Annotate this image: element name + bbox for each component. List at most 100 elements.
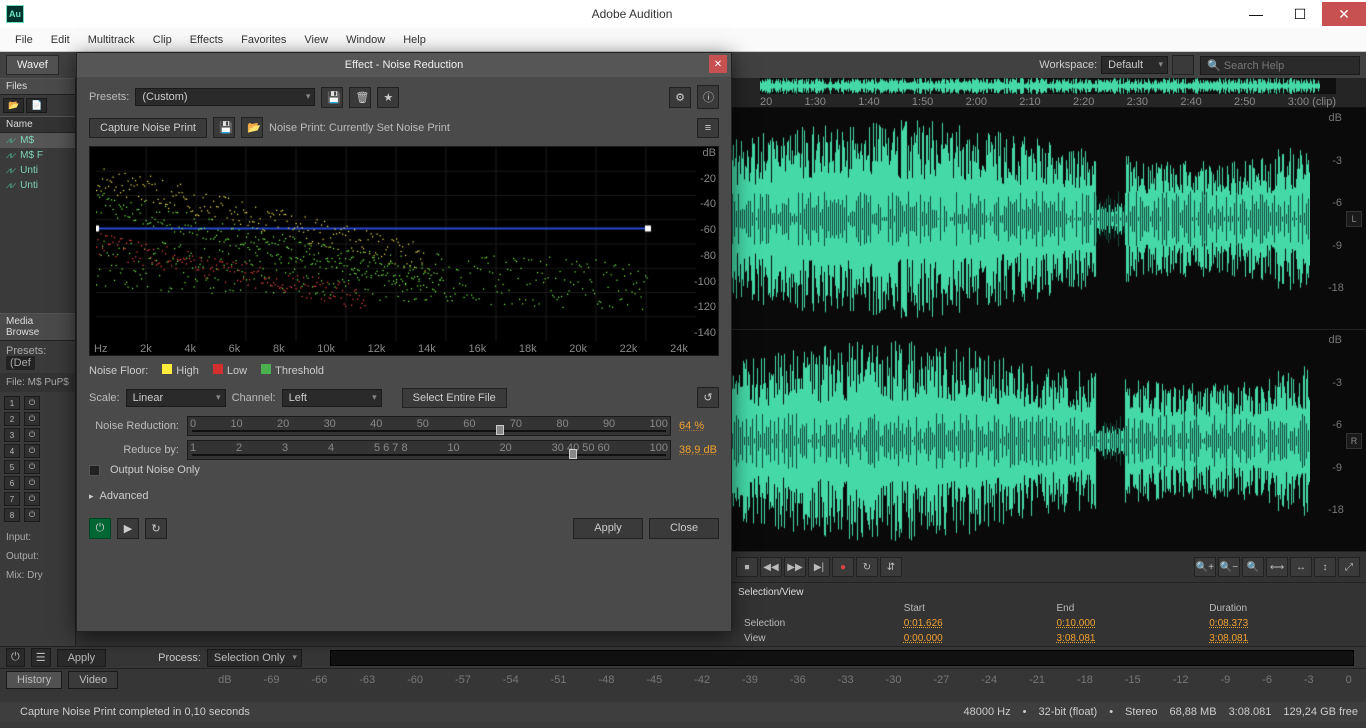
dialog-apply-button[interactable]: Apply bbox=[573, 518, 643, 539]
track-number[interactable]: 8 bbox=[4, 508, 20, 522]
save-noise-print-icon[interactable]: 💾 bbox=[213, 117, 235, 138]
preset-save-icon[interactable]: 💾 bbox=[321, 87, 343, 108]
scale-dropdown[interactable]: Linear bbox=[126, 389, 226, 407]
status-disk: 129,24 GB free bbox=[1283, 706, 1358, 718]
select-entire-file-button[interactable]: Select Entire File bbox=[402, 388, 507, 408]
transport-button-3[interactable]: ▶| bbox=[808, 557, 830, 577]
track-power-icon[interactable]: ⏻ bbox=[24, 412, 40, 426]
transport-button-2[interactable]: ▶▶ bbox=[784, 557, 806, 577]
selection-duration[interactable]: 0:08.373 bbox=[1205, 617, 1356, 630]
track-power-icon[interactable]: ⏻ bbox=[24, 508, 40, 522]
track-number[interactable]: 2 bbox=[4, 412, 20, 426]
zoom-button-6[interactable]: ⤢ bbox=[1338, 557, 1360, 577]
menu-clip[interactable]: Clip bbox=[144, 34, 181, 46]
track-number[interactable]: 3 bbox=[4, 428, 20, 442]
selection-start[interactable]: 0:01.626 bbox=[900, 617, 1051, 630]
zoom-button-2[interactable]: 🔍 bbox=[1242, 557, 1264, 577]
file-label: File: M$ PuP$ bbox=[0, 373, 75, 392]
list-button[interactable]: ☰ bbox=[31, 648, 51, 667]
menu-edit[interactable]: Edit bbox=[42, 34, 79, 46]
track-power-icon[interactable]: ⏻ bbox=[24, 476, 40, 490]
effect-play-button[interactable]: ▶ bbox=[117, 518, 139, 539]
preset-favorite-icon[interactable]: ★ bbox=[377, 87, 399, 108]
menu-favorites[interactable]: Favorites bbox=[232, 34, 295, 46]
menu-effects[interactable]: Effects bbox=[181, 34, 232, 46]
zoom-button-1[interactable]: 🔍− bbox=[1218, 557, 1240, 577]
effect-loop-button[interactable]: ↻ bbox=[145, 518, 167, 539]
file-item[interactable]: ⩘⩗ M$ bbox=[0, 133, 75, 148]
output-noise-only-checkbox[interactable] bbox=[89, 465, 100, 476]
spectrum-graph[interactable]: dB-20-40-60-80-100-120-140 Hz2k4k6k8k10k… bbox=[89, 146, 719, 356]
effect-power-button[interactable]: ⏻ bbox=[89, 518, 111, 539]
status-bitdepth: 32-bit (float) bbox=[1038, 706, 1097, 718]
track-number[interactable]: 7 bbox=[4, 492, 20, 506]
reduce-by-slider[interactable]: 12345 6 7 8102030 40 50 60100 bbox=[187, 440, 671, 460]
menu-view[interactable]: View bbox=[295, 34, 337, 46]
file-open-icon[interactable]: 📂 bbox=[3, 98, 24, 113]
track-number[interactable]: 1 bbox=[4, 396, 20, 410]
track-power-icon[interactable]: ⏻ bbox=[24, 460, 40, 474]
menu-file[interactable]: File bbox=[6, 34, 42, 46]
preset-settings-icon[interactable]: ⚙ bbox=[669, 87, 691, 108]
workspace-options-button[interactable] bbox=[1172, 55, 1194, 75]
reduce-by-value[interactable]: 38,9 dB bbox=[679, 444, 719, 456]
timeline[interactable]: 201:301:401:502:002:102:202:302:402:503:… bbox=[730, 78, 1366, 108]
track-number[interactable]: 4 bbox=[4, 444, 20, 458]
transport-button-6[interactable]: ⇵ bbox=[880, 557, 902, 577]
track-number[interactable]: 5 bbox=[4, 460, 20, 474]
close-window-button[interactable]: ✕ bbox=[1322, 2, 1366, 26]
maximize-button[interactable]: ☐ bbox=[1278, 2, 1322, 26]
view-end[interactable]: 3:08.081 bbox=[1053, 632, 1204, 645]
power-button[interactable]: ⏻ bbox=[6, 648, 25, 667]
preset-delete-icon[interactable]: 🗑 bbox=[349, 87, 371, 108]
selection-end[interactable]: 0:10.000 bbox=[1053, 617, 1204, 630]
transport-button-4[interactable]: ● bbox=[832, 557, 854, 577]
workspace-dropdown[interactable]: Default bbox=[1101, 56, 1168, 74]
track-power-icon[interactable]: ⏻ bbox=[24, 396, 40, 410]
channel-left-label: L bbox=[1346, 211, 1362, 227]
load-noise-print-icon[interactable]: 📂 bbox=[241, 117, 263, 138]
advanced-section[interactable]: Advanced bbox=[89, 484, 719, 514]
process-dropdown[interactable]: Selection Only bbox=[207, 649, 302, 667]
track-power-icon[interactable]: ⏻ bbox=[24, 444, 40, 458]
menu-multitrack[interactable]: Multitrack bbox=[79, 34, 144, 46]
input-label: Input: bbox=[0, 528, 75, 547]
dialog-close-button-footer[interactable]: Close bbox=[649, 518, 719, 539]
file-item[interactable]: ⩘⩗ Unti bbox=[0, 163, 75, 178]
preset-info-icon[interactable]: ⓘ bbox=[697, 85, 719, 109]
transport-button-1[interactable]: ◀◀ bbox=[760, 557, 782, 577]
transport-button-0[interactable]: ⏹ bbox=[736, 557, 758, 577]
capture-noise-print-button[interactable]: Capture Noise Print bbox=[89, 118, 207, 138]
menu-window[interactable]: Window bbox=[337, 34, 394, 46]
file-item[interactable]: ⩘⩗ Unti bbox=[0, 178, 75, 193]
track-number[interactable]: 6 bbox=[4, 476, 20, 490]
tab-waveform[interactable]: Wavef bbox=[6, 55, 59, 75]
dialog-close-button[interactable]: ✕ bbox=[709, 55, 727, 73]
menu-help[interactable]: Help bbox=[394, 34, 435, 46]
channel-label: Channel: bbox=[232, 392, 276, 404]
media-browser-title: Media Browse bbox=[0, 313, 75, 341]
minimize-button[interactable]: — bbox=[1234, 2, 1278, 26]
zoom-button-4[interactable]: ↔ bbox=[1290, 557, 1312, 577]
view-start[interactable]: 0:00.000 bbox=[900, 632, 1051, 645]
noise-reduction-slider[interactable]: 0102030405060708090100 bbox=[187, 416, 671, 436]
zoom-button-0[interactable]: 🔍+ bbox=[1194, 557, 1216, 577]
presets-dropdown[interactable]: (Custom) bbox=[135, 88, 315, 106]
view-duration[interactable]: 3:08.081 bbox=[1205, 632, 1356, 645]
apply-effect-button[interactable]: Apply bbox=[57, 649, 107, 667]
track-power-icon[interactable]: ⏻ bbox=[24, 428, 40, 442]
noise-print-menu-icon[interactable]: ≡ bbox=[697, 118, 719, 138]
file-item[interactable]: ⩘⩗ M$ F bbox=[0, 148, 75, 163]
tab-video[interactable]: Video bbox=[68, 671, 118, 689]
zoom-button-3[interactable]: ⟷ bbox=[1266, 557, 1288, 577]
reset-button[interactable]: ↺ bbox=[697, 387, 719, 408]
noise-reduction-value[interactable]: 64 % bbox=[679, 420, 719, 432]
tab-history[interactable]: History bbox=[6, 671, 62, 689]
transport-button-5[interactable]: ↻ bbox=[856, 557, 878, 577]
track-power-icon[interactable]: ⏻ bbox=[24, 492, 40, 506]
channel-dropdown[interactable]: Left bbox=[282, 389, 382, 407]
search-help-input[interactable]: 🔍 Search Help bbox=[1200, 56, 1360, 75]
zoom-button-5[interactable]: ↕ bbox=[1314, 557, 1336, 577]
row-view-label: View bbox=[740, 632, 898, 645]
file-new-icon[interactable]: 📄 bbox=[26, 98, 47, 113]
